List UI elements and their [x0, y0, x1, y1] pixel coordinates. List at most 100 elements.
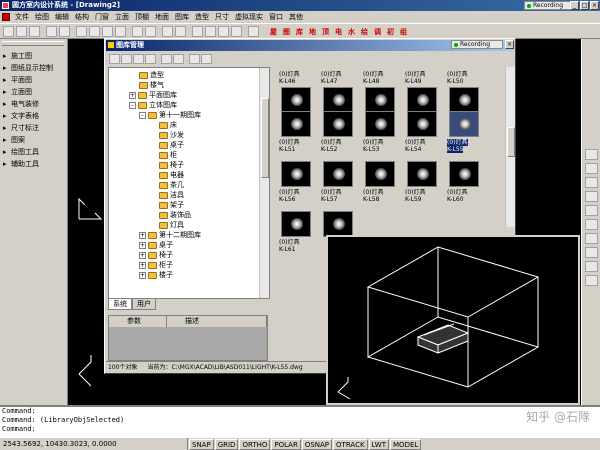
close-button[interactable]: ×: [590, 1, 599, 10]
zoom-dynamic-icon[interactable]: [585, 233, 598, 244]
zoom-window-icon[interactable]: [218, 26, 229, 37]
tree-node[interactable]: + 桌子: [139, 240, 173, 250]
tab-system[interactable]: 系统: [108, 299, 132, 310]
document-icon[interactable]: [2, 13, 10, 21]
osnap-toggle[interactable]: OSNAP: [301, 438, 333, 450]
tree-node[interactable]: 床: [159, 120, 177, 130]
dialog-tool-open-icon[interactable]: [121, 54, 132, 64]
red-tool-7[interactable]: 水: [348, 27, 355, 37]
expand-icon[interactable]: +: [139, 241, 146, 249]
thumbnail-item[interactable]: (0)灯具 K-L61: [277, 211, 317, 261]
red-tool-6[interactable]: 电: [335, 27, 342, 37]
thumbnail-item[interactable]: (0)灯具 K-L51: [277, 111, 317, 161]
paste-icon[interactable]: [102, 26, 113, 37]
model-toggle[interactable]: MODEL: [390, 438, 422, 450]
red-tool-4[interactable]: 地: [309, 27, 316, 37]
tree-node[interactable]: 洁具: [159, 190, 184, 200]
zoom-extents-icon[interactable]: [585, 191, 598, 202]
red-tool-11[interactable]: 组: [400, 27, 407, 37]
save-icon[interactable]: [29, 26, 40, 37]
tree-node[interactable]: 楼气: [139, 80, 164, 90]
menu-library[interactable]: 图库: [172, 11, 192, 23]
grid-scrollbar[interactable]: [505, 67, 515, 227]
menu-structure[interactable]: 结构: [72, 11, 92, 23]
zoom-center-icon[interactable]: [585, 219, 598, 230]
thumbnail-item[interactable]: (0)灯具 K-L54: [403, 111, 443, 161]
tree-node[interactable]: + 第十二期图库: [139, 230, 201, 240]
left-item-elevation[interactable]: 立面图: [3, 87, 32, 98]
cut-icon[interactable]: [76, 26, 87, 37]
collapse-icon[interactable]: -: [139, 111, 146, 119]
menu-ceiling[interactable]: 顶棚: [132, 11, 152, 23]
thumbnail-item[interactable]: (0)灯具 K-L59: [403, 161, 443, 211]
left-item-text-table[interactable]: 文字表格: [3, 111, 39, 122]
grid-toggle[interactable]: GRID: [214, 438, 239, 450]
zoom-scale-icon[interactable]: [585, 205, 598, 216]
dialog-tool-sort-icon[interactable]: [201, 54, 212, 64]
zoom-object-icon[interactable]: [585, 247, 598, 258]
print-icon[interactable]: [46, 26, 57, 37]
red-tool-2[interactable]: 图: [283, 27, 290, 37]
tree-scroll-thumb[interactable]: [261, 98, 269, 178]
left-item-dimension[interactable]: 尺寸标注: [3, 123, 39, 134]
menu-doors-windows[interactable]: 门窗: [92, 11, 112, 23]
pan-icon[interactable]: [192, 26, 203, 37]
preview-icon[interactable]: [59, 26, 70, 37]
expand-icon[interactable]: +: [139, 251, 146, 259]
ortho-toggle[interactable]: ORTHO: [239, 438, 271, 450]
zoom-out-icon[interactable]: [585, 163, 598, 174]
red-tool-5[interactable]: 顶: [322, 27, 329, 37]
dialog-tool-list-icon[interactable]: [133, 54, 144, 64]
tree-node[interactable]: + 平面图库: [129, 90, 177, 100]
undo-icon[interactable]: [132, 26, 143, 37]
zoom-realtime-icon[interactable]: [205, 26, 216, 37]
menu-file[interactable]: 文件: [12, 11, 32, 23]
new-icon[interactable]: [3, 26, 14, 37]
view-icon[interactable]: [585, 261, 598, 272]
copy-icon[interactable]: [89, 26, 100, 37]
properties-icon[interactable]: [248, 26, 259, 37]
thumbnail-item[interactable]: (0)灯具 K-L56: [277, 161, 317, 211]
lwt-toggle[interactable]: LWT: [368, 438, 390, 450]
otrack-toggle[interactable]: OTRACK: [333, 438, 368, 450]
command-area[interactable]: Command: Command: (LibraryObjSelected) C…: [0, 405, 600, 437]
tree-scrollbar[interactable]: [259, 68, 269, 298]
minimize-button[interactable]: _: [570, 1, 579, 10]
redo-icon[interactable]: [145, 26, 156, 37]
zoom-in-icon[interactable]: [585, 149, 598, 160]
tree-node[interactable]: 柜: [159, 150, 177, 160]
red-tool-9[interactable]: 调: [374, 27, 381, 37]
red-tool-10[interactable]: 初: [387, 27, 394, 37]
menu-window[interactable]: 窗口: [266, 11, 286, 23]
left-item-floor-plan[interactable]: 平面图: [3, 75, 32, 86]
red-tool-3[interactable]: 库: [296, 27, 303, 37]
menu-edit[interactable]: 编辑: [52, 11, 72, 23]
tree-node[interactable]: + 椅子: [139, 250, 173, 260]
expand-icon[interactable]: +: [139, 231, 146, 239]
tree-node[interactable]: + 柜子: [139, 260, 173, 270]
red-tool-8[interactable]: 绘: [361, 27, 368, 37]
snap-toggle[interactable]: SNAP: [189, 438, 214, 450]
left-item-electrical[interactable]: 电气装修: [3, 99, 39, 110]
menu-draw[interactable]: 绘图: [32, 11, 52, 23]
polar-toggle[interactable]: POLAR: [271, 438, 301, 450]
red-tool-1[interactable]: 屋: [270, 27, 277, 37]
thumbnail-item[interactable]: (0)灯具 K-L57: [319, 161, 359, 211]
dialog-tool-new-icon[interactable]: [109, 54, 120, 64]
snap-icon[interactable]: [175, 26, 186, 37]
thumbnail-item[interactable]: (0)灯具 K-L60: [445, 161, 485, 211]
dialog-recording-indicator[interactable]: Recording: [451, 40, 503, 49]
3d-preview-window[interactable]: [326, 235, 580, 405]
menu-virtual-reality[interactable]: 虚拟现实: [232, 11, 266, 23]
tree-node[interactable]: 装饰品: [159, 210, 191, 220]
tree-node[interactable]: 灯具: [159, 220, 184, 230]
tree-node[interactable]: 造型: [139, 70, 164, 80]
param-column-header[interactable]: 参数: [109, 316, 167, 327]
thumbnail-item-selected[interactable]: (0)灯具 K-L55: [445, 111, 485, 161]
tree-node[interactable]: 茶几: [159, 180, 184, 190]
tree-node[interactable]: 椅子: [159, 160, 184, 170]
left-item-display-control[interactable]: 图纸显示控制: [3, 63, 53, 74]
thumbnail-item[interactable]: (0)灯具 K-L52: [319, 111, 359, 161]
expand-icon[interactable]: +: [139, 261, 146, 269]
tree-node[interactable]: 桌子: [159, 140, 184, 150]
